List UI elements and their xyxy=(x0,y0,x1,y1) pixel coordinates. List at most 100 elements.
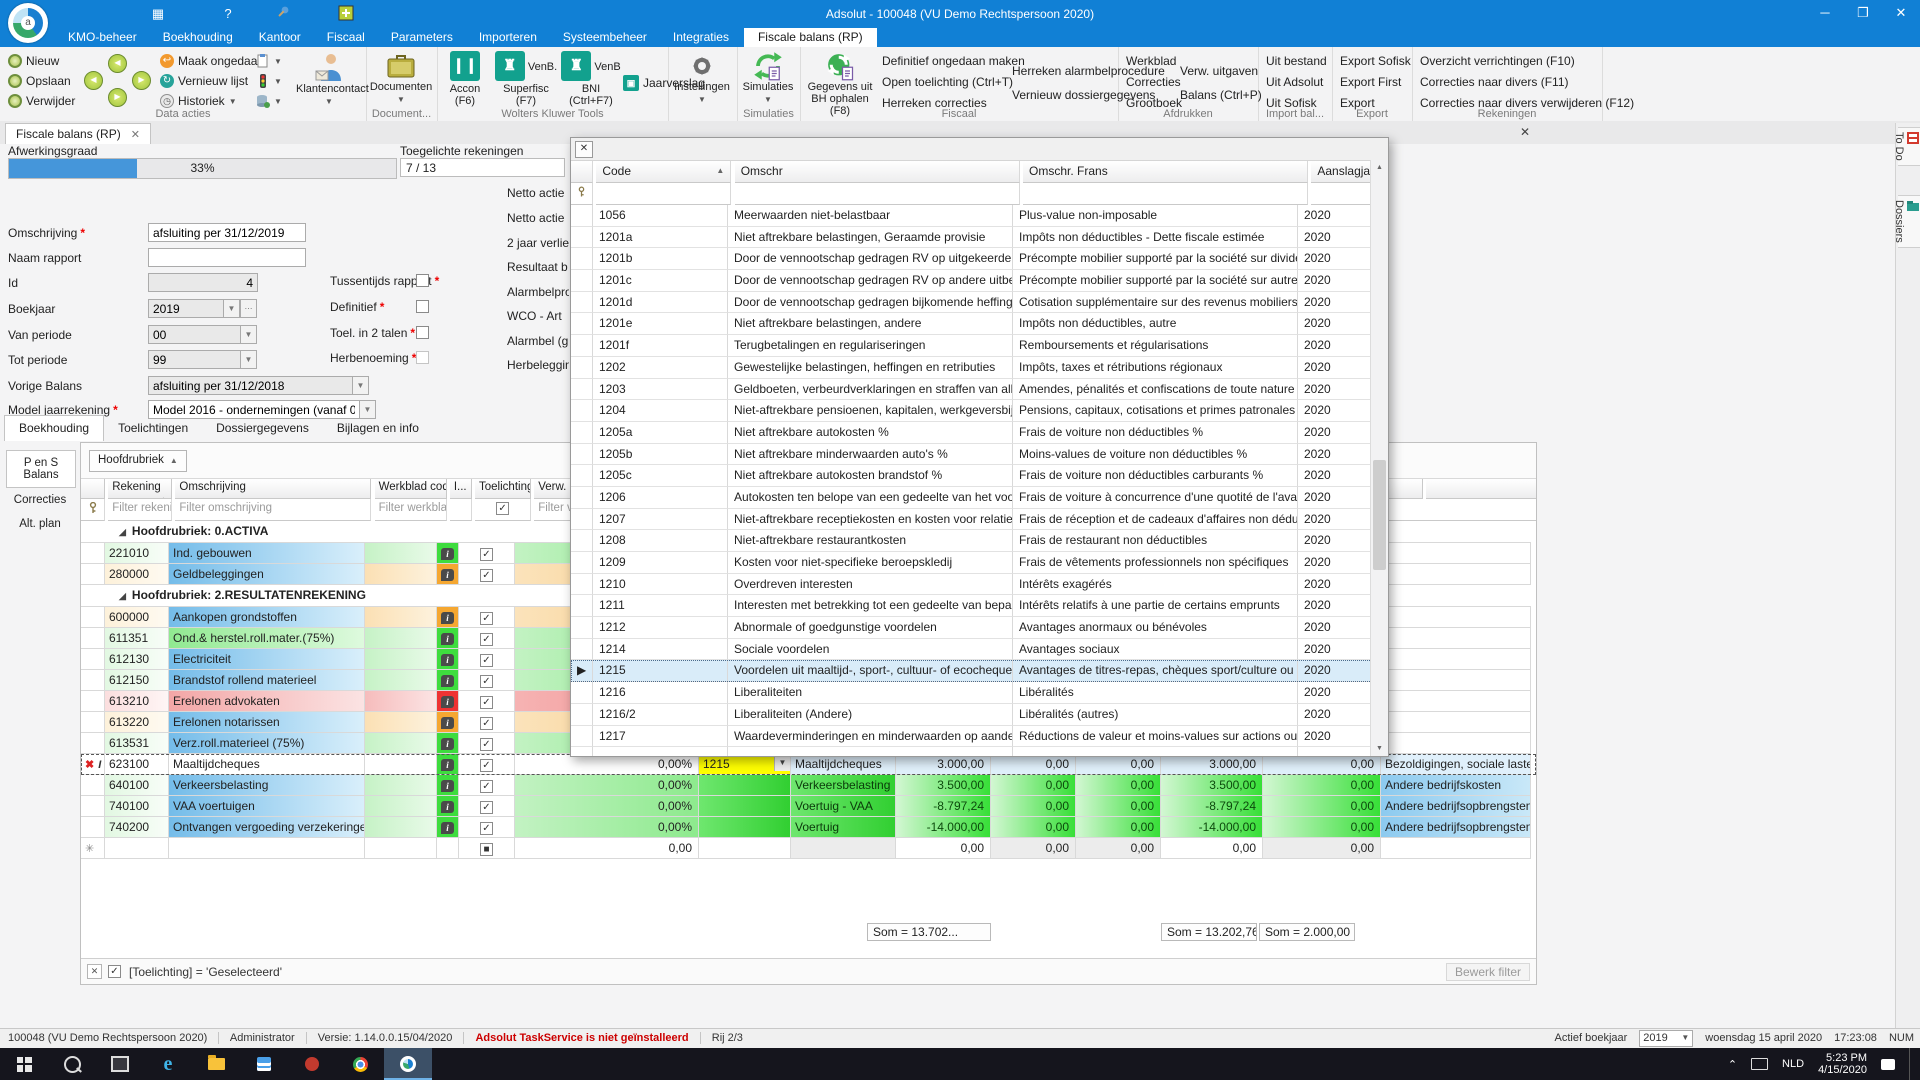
side-tab-correcties[interactable]: Correcties xyxy=(6,488,74,512)
tab-boekhouding[interactable]: Boekhouding xyxy=(4,415,104,441)
popup-cell-omschr[interactable]: Terugbetalingen en regulariseringen xyxy=(728,335,1013,357)
cell-info[interactable]: i xyxy=(437,712,459,733)
instellingen-button[interactable]: Instellingen▼ xyxy=(670,51,734,106)
cell-rekening[interactable]: 613531 xyxy=(105,733,169,754)
cell-rekening[interactable]: 740100 xyxy=(105,796,169,817)
popup-col-omschr-frans[interactable]: Omschr. Frans xyxy=(1023,161,1308,183)
tray-language[interactable]: NLD xyxy=(1782,1058,1804,1070)
popup-cell-omschr-frans[interactable]: Frais de voiture non déductibles carbura… xyxy=(1013,465,1298,487)
status-dropdown-button[interactable]: ▼ xyxy=(256,72,282,90)
cell-value-0[interactable]: -14.000,00 xyxy=(896,817,991,838)
popup-cell-omschr[interactable]: Gewestelijke belastingen, heffingen en r… xyxy=(728,357,1013,379)
definitief-ongedaan-button[interactable]: Definitief ongedaan maken xyxy=(882,53,1025,70)
popup-row-1215[interactable]: ▶1215Voordelen uit maaltijd-, sport-, cu… xyxy=(571,660,1388,682)
nav-last-button[interactable]: ▶ xyxy=(132,71,151,90)
venb-superfisc-button[interactable]: ♜ VenB. Superfisc (F7) xyxy=(493,51,559,107)
cell-werkblad[interactable] xyxy=(365,733,437,754)
cell-info[interactable]: i xyxy=(437,564,459,585)
popup-cell-aanslagjaar[interactable]: 2020 xyxy=(1298,400,1371,422)
cell-info[interactable]: i xyxy=(437,754,459,775)
minimize-button[interactable]: ─ xyxy=(1806,0,1844,28)
code-dropdown-icon[interactable]: ▼ xyxy=(774,756,790,771)
cell-omschrijving[interactable]: Erelonen notarissen xyxy=(169,712,365,733)
cell-verw-uitg[interactable]: 0,00% xyxy=(515,754,699,775)
cell-value-2[interactable]: 0,00 xyxy=(1076,754,1161,775)
taskbar-chrome[interactable] xyxy=(336,1048,384,1080)
tab-toelichtingen[interactable]: Toelichtingen xyxy=(104,416,202,441)
popup-cell-omschr[interactable]: Niet-aftrekbare restaurantkosten xyxy=(728,530,1013,552)
correcties-divers-button[interactable]: Correcties naar divers (F11) xyxy=(1420,74,1569,91)
popup-row-1201a[interactable]: 1201aNiet aftrekbare belastingen, Geraam… xyxy=(571,227,1388,249)
cell-categorie[interactable]: Andere bedrijfsopbrengsten xyxy=(1381,817,1531,838)
taskbar-adsolut-active[interactable] xyxy=(384,1048,432,1080)
cell-toelichting[interactable]: ✓ xyxy=(459,796,515,817)
clear-filter-button[interactable]: ✕ xyxy=(87,964,102,979)
popup-cell-omschr[interactable]: Interesten met betrekking tot een gedeel… xyxy=(728,595,1013,617)
taskbar-explorer[interactable] xyxy=(192,1048,240,1080)
popup-cell-omschr-frans[interactable]: Amendes, pénalités et confiscations de t… xyxy=(1013,379,1298,401)
omschrijving-input[interactable] xyxy=(148,223,306,242)
popup-cell-omschr-frans[interactable]: Moins-values de voiture non déductibles … xyxy=(1013,444,1298,466)
popup-cell-code[interactable]: 1201a xyxy=(593,227,728,249)
popup-cell-omschr-frans[interactable]: Avantages de titres-repas, chèques sport… xyxy=(1013,660,1298,682)
cell-rekening[interactable]: 740200 xyxy=(105,817,169,838)
popup-cell-code[interactable]: 1210 xyxy=(593,574,728,596)
taskbar-app-red[interactable] xyxy=(288,1048,336,1080)
popup-cell-aanslagjaar[interactable]: 2020 xyxy=(1298,292,1371,314)
cell-info[interactable]: i xyxy=(437,607,459,628)
naam-rapport-input[interactable] xyxy=(148,248,306,267)
popup-cell-omschr-frans[interactable]: Frais de voiture à concurrence d'une quo… xyxy=(1013,487,1298,509)
cell-value-0[interactable]: 3.000,00 xyxy=(896,754,991,775)
popup-cell-omschr-frans[interactable]: Impôts non déductibles, autre xyxy=(1013,313,1298,335)
col-werkblad-code[interactable]: Werkblad code xyxy=(375,479,447,499)
popup-cell-aanslagjaar[interactable]: 2020 xyxy=(1298,552,1371,574)
cell-omschrijving[interactable]: Ontvangen vergoeding verzekeringen onge.… xyxy=(169,817,365,838)
taskbar-search[interactable] xyxy=(48,1048,96,1080)
popup-cell-omschr[interactable]: Overdreven interesten xyxy=(728,574,1013,596)
opslaan-button[interactable]: Opslaan xyxy=(8,72,71,90)
popup-row-1216-2[interactable]: 1216/2Liberaliteiten (Andere)Libéralités… xyxy=(571,704,1388,726)
cell-value-4[interactable]: 0,00 xyxy=(1263,817,1381,838)
cell-value-3[interactable]: 3.000,00 xyxy=(1161,754,1263,775)
popup-filter-omschr[interactable] xyxy=(735,183,1020,205)
notification-icon[interactable] xyxy=(1881,1059,1895,1070)
popup-cell-omschr-frans[interactable]: Cotisation supplémentaire sur des revenu… xyxy=(1013,292,1298,314)
cell-rekening[interactable]: 221010 xyxy=(105,543,169,564)
popup-cell-omschr-frans[interactable]: Frais de vêtements professionnels non sp… xyxy=(1013,552,1298,574)
vorige-balans-input[interactable] xyxy=(148,376,353,395)
popup-filter-code[interactable] xyxy=(596,183,731,205)
filter-info[interactable] xyxy=(450,499,472,521)
cell-categorie[interactable]: Andere bedrijfsopbrengsten xyxy=(1381,796,1531,817)
popup-cell-code[interactable]: 1201e xyxy=(593,313,728,335)
popup-cell-code[interactable]: 1208 xyxy=(593,530,728,552)
popup-cell-omschr[interactable]: Door de vennootschap gedragen bijkomende… xyxy=(728,292,1013,314)
popup-cell-code[interactable]: 1201f xyxy=(593,335,728,357)
side-tab-alt-plan[interactable]: Alt. plan xyxy=(6,512,74,536)
popup-cell-omschr[interactable]: Niet aftrekbare autokosten brandstof % xyxy=(728,465,1013,487)
popup-col-code[interactable]: Code▲ xyxy=(596,161,731,183)
cell-code[interactable] xyxy=(699,817,791,838)
cell-value-3[interactable]: 3.500,00 xyxy=(1161,775,1263,796)
cell-detail-omschrijving[interactable]: Maaltijdcheques xyxy=(791,754,896,775)
cell-omschrijving[interactable]: Brandstof rollend materieel xyxy=(169,670,365,691)
id-input[interactable] xyxy=(148,273,258,292)
venb-bni-button[interactable]: ♜ VenB BNI (Ctrl+F7) xyxy=(561,51,621,107)
checkbox-herbenoeming[interactable] xyxy=(416,351,429,364)
checkbox-definitief[interactable] xyxy=(416,300,429,313)
cell-verw-uitg[interactable]: 0,00% xyxy=(515,775,699,796)
nav-next-button[interactable]: ▶ xyxy=(108,88,127,107)
calculator-icon[interactable]: ▦ xyxy=(148,5,168,23)
popup-row-1216[interactable]: 1216LiberaliteitenLibéralités2020 xyxy=(571,682,1388,704)
touch-keyboard-icon[interactable] xyxy=(1751,1058,1768,1070)
cell-toelichting[interactable]: ✓ xyxy=(459,628,515,649)
cell-rekening[interactable]: 613220 xyxy=(105,712,169,733)
taskbar-app-doc[interactable] xyxy=(240,1048,288,1080)
cell-value-1[interactable]: 0,00 xyxy=(991,817,1076,838)
new-val-4[interactable]: 0,00 xyxy=(1263,838,1381,859)
open-toelichting-button[interactable]: Open toelichting (Ctrl+T) xyxy=(882,74,1013,91)
popup-cell-omschr-frans[interactable]: Libéralités (autres) xyxy=(1013,704,1298,726)
popup-cell-omschr[interactable]: Liberaliteiten xyxy=(728,682,1013,704)
col-info[interactable]: I... xyxy=(450,479,472,499)
menu-item-kantoor[interactable]: Kantoor xyxy=(246,28,314,47)
tab-bijlagen-en-info[interactable]: Bijlagen en info xyxy=(323,416,433,441)
